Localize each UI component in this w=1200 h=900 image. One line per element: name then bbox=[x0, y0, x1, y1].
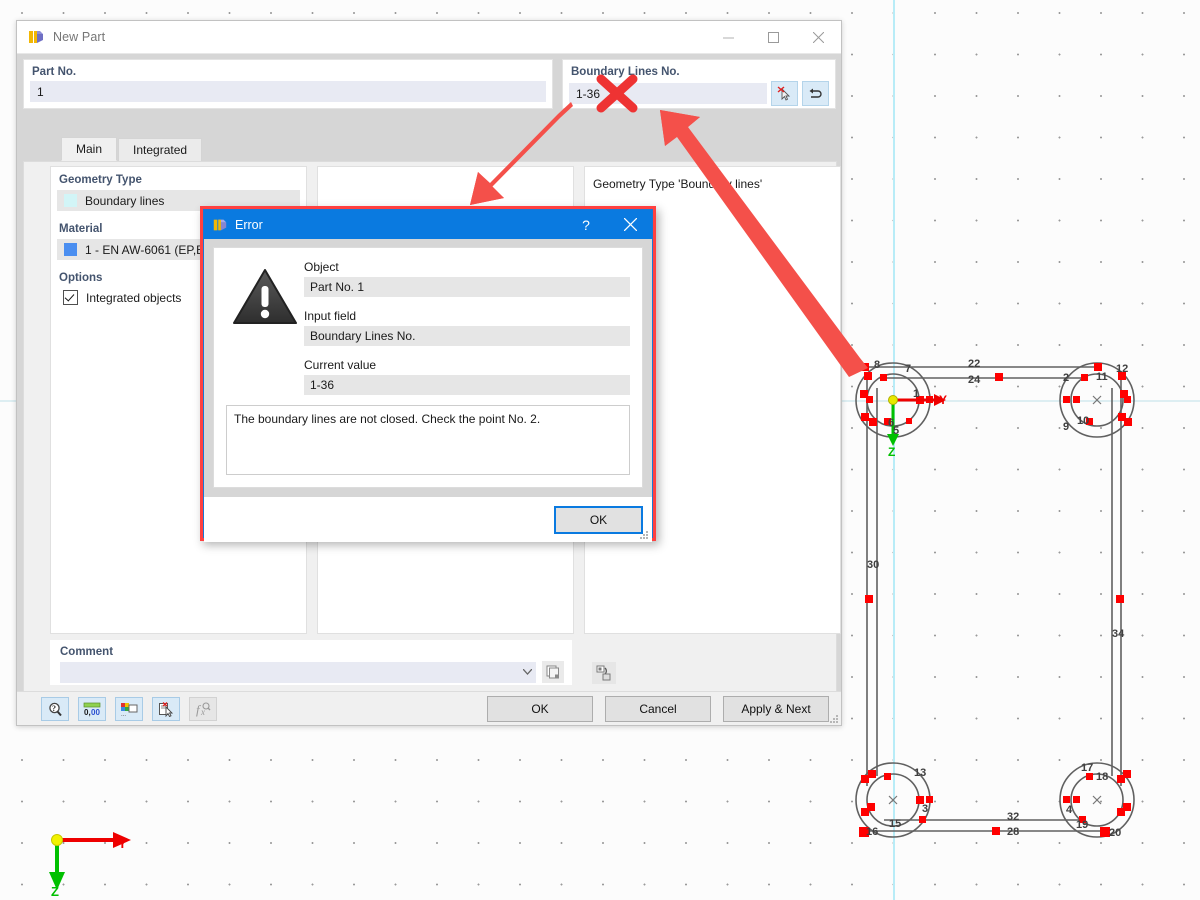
viewport-axis-triad: Y Z bbox=[45, 828, 135, 899]
svg-text:19: 19 bbox=[1076, 819, 1088, 831]
boundary-lines-card: Boundary Lines No. 1-36 bbox=[562, 59, 836, 109]
error-input-field-value: Boundary Lines No. bbox=[304, 326, 630, 346]
triad-y-label: Y bbox=[118, 836, 127, 851]
error-title: Error bbox=[235, 217, 263, 232]
svg-text:17: 17 bbox=[1081, 762, 1093, 774]
close-button[interactable] bbox=[796, 21, 841, 53]
title-bar[interactable]: New Part bbox=[17, 21, 841, 54]
error-footer: OK bbox=[204, 497, 652, 542]
svg-text:?: ? bbox=[52, 704, 56, 713]
pick-deselect-icon[interactable] bbox=[771, 81, 798, 106]
geometry-type-swatch bbox=[64, 194, 77, 207]
svg-text:30: 30 bbox=[867, 559, 879, 571]
tab-integrated[interactable]: Integrated bbox=[118, 138, 203, 161]
tab-bar[interactable]: Main Integrated bbox=[61, 137, 203, 161]
triad-z-label: Z bbox=[51, 884, 59, 898]
part-icon bbox=[212, 217, 228, 233]
comment-card: Comment bbox=[50, 640, 572, 685]
part-icon bbox=[27, 28, 45, 46]
svg-text:13: 13 bbox=[914, 767, 926, 779]
geometry-type-text: Boundary lines bbox=[85, 193, 165, 208]
minimize-button[interactable] bbox=[706, 21, 751, 53]
error-object-label: Object bbox=[304, 260, 339, 274]
svg-text:00: 00 bbox=[91, 708, 100, 717]
svg-text:1: 1 bbox=[913, 388, 919, 400]
svg-text:16: 16 bbox=[866, 826, 878, 838]
error-detail-card: Object Part No. 1 Input field Boundary L… bbox=[213, 247, 643, 488]
display-properties-icon[interactable]: ... bbox=[115, 697, 143, 721]
svg-text:2: 2 bbox=[1063, 372, 1069, 384]
detail-settings-icon[interactable] bbox=[152, 697, 180, 721]
comment-input[interactable] bbox=[60, 661, 519, 683]
svg-text:...: ... bbox=[121, 712, 126, 717]
chevron-down-icon[interactable] bbox=[519, 661, 536, 683]
svg-text:10: 10 bbox=[1077, 415, 1089, 427]
apply-next-button[interactable]: Apply & Next bbox=[723, 696, 829, 722]
svg-text:9: 9 bbox=[1063, 421, 1069, 433]
cancel-button[interactable]: Cancel bbox=[605, 696, 711, 722]
help-button[interactable]: ? bbox=[564, 210, 608, 239]
resize-grip[interactable] bbox=[829, 714, 839, 724]
error-message: The boundary lines are not closed. Check… bbox=[226, 405, 630, 475]
reverse-icon[interactable] bbox=[802, 81, 829, 106]
error-current-value: 1-36 bbox=[304, 375, 630, 395]
error-dialog-frame: Error ? Object Part No. 1 Input field Bo… bbox=[203, 209, 653, 542]
svg-text:5: 5 bbox=[893, 425, 899, 437]
footer-button-group[interactable]: OK Cancel Apply & Next bbox=[487, 696, 829, 722]
svg-text:15: 15 bbox=[889, 818, 901, 830]
svg-text:0,: 0, bbox=[84, 708, 91, 717]
svg-text:12: 12 bbox=[1116, 363, 1128, 375]
footer-tool-group[interactable]: ? 0, 00 ... f x bbox=[41, 697, 226, 721]
svg-text:34: 34 bbox=[1112, 628, 1125, 640]
error-object-value: Part No. 1 bbox=[304, 277, 630, 297]
error-title-bar[interactable]: Error ? bbox=[204, 210, 652, 239]
warning-triangle-icon bbox=[226, 260, 304, 395]
svg-text:3: 3 bbox=[922, 803, 928, 815]
info-panel-text: Geometry Type 'Boundary lines' bbox=[593, 177, 763, 191]
svg-text:7: 7 bbox=[905, 363, 911, 375]
svg-text:Y: Y bbox=[939, 393, 947, 407]
comment-label: Comment bbox=[60, 646, 114, 658]
part-no-card: Part No. 1 bbox=[23, 59, 553, 109]
copy-icon[interactable] bbox=[542, 661, 564, 683]
import-icon[interactable] bbox=[592, 662, 616, 684]
svg-text:24: 24 bbox=[968, 374, 981, 386]
error-body: Object Part No. 1 Input field Boundary L… bbox=[204, 239, 652, 497]
units-icon[interactable]: 0, 00 bbox=[78, 697, 106, 721]
formula-icon: f x bbox=[189, 697, 217, 721]
svg-text:20: 20 bbox=[1109, 827, 1121, 839]
error-input-field-label: Input field bbox=[304, 309, 357, 323]
svg-text:28: 28 bbox=[1007, 826, 1019, 838]
help-icon[interactable]: ? bbox=[41, 697, 69, 721]
material-swatch bbox=[64, 243, 77, 256]
boundary-lines-input[interactable]: 1-36 bbox=[569, 83, 767, 104]
screen: Y Z 22 24 8 12 7 1 2 11 10 9 6 5 30 34 1… bbox=[0, 0, 1200, 900]
svg-text:22: 22 bbox=[968, 358, 980, 370]
ok-button[interactable]: OK bbox=[487, 696, 593, 722]
svg-text:18: 18 bbox=[1096, 771, 1108, 783]
part-no-input[interactable]: 1 bbox=[30, 81, 546, 102]
svg-text:4: 4 bbox=[1066, 804, 1073, 816]
error-dialog[interactable]: Error ? Object Part No. 1 Input field Bo… bbox=[200, 206, 656, 542]
svg-text:Z: Z bbox=[888, 445, 895, 459]
resize-grip[interactable] bbox=[639, 530, 649, 540]
checkbox-icon bbox=[63, 290, 78, 305]
svg-text:32: 32 bbox=[1007, 811, 1019, 823]
geometry-type-label: Geometry Type bbox=[59, 174, 142, 186]
error-ok-button[interactable]: OK bbox=[554, 505, 643, 534]
svg-text:8: 8 bbox=[874, 359, 880, 371]
maximize-button[interactable] bbox=[751, 21, 796, 53]
error-current-value-label: Current value bbox=[304, 358, 377, 372]
svg-text:11: 11 bbox=[1096, 371, 1108, 383]
integrated-objects-label: Integrated objects bbox=[86, 290, 182, 305]
window-title: New Part bbox=[53, 30, 106, 44]
close-button[interactable] bbox=[608, 210, 652, 239]
part-no-label: Part No. bbox=[32, 66, 77, 78]
boundary-lines-label: Boundary Lines No. bbox=[571, 66, 680, 78]
tab-main[interactable]: Main bbox=[61, 137, 118, 161]
dialog-footer: ? 0, 00 ... f x OK Cancel Apply & Next bbox=[17, 691, 841, 725]
